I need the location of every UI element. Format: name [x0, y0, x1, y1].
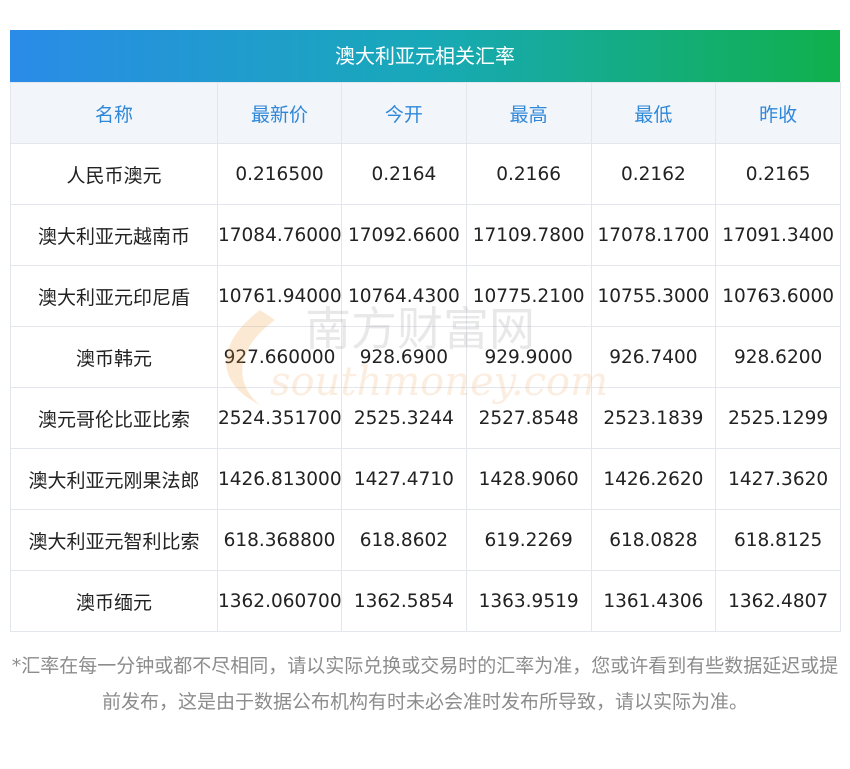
disclaimer-note: *汇率在每一分钟或都不尽相同，请以实际兑换或交易时的汇率为准，您或许看到有些数据… — [11, 655, 839, 713]
cell-prev-close: 10763.6000 — [715, 265, 841, 327]
header-latest: 最新价 — [217, 82, 342, 144]
cell-latest: 927.660000 — [217, 326, 342, 388]
cell-name: 澳大利亚元智利比索 — [10, 509, 218, 571]
cell-open: 10764.4300 — [341, 265, 467, 327]
cell-high: 17109.7800 — [465, 204, 592, 266]
cell-open: 1427.4710 — [341, 448, 467, 510]
cell-latest: 10761.940000 — [217, 265, 342, 327]
cell-high: 1363.9519 — [465, 570, 592, 632]
header-high: 最高 — [465, 82, 592, 144]
header-name: 名称 — [10, 82, 218, 144]
cell-name: 澳大利亚元刚果法郎 — [10, 448, 218, 510]
cell-name: 人民币澳元 — [10, 143, 218, 205]
table-row: 人民币澳元 0.216500 0.2164 0.2166 0.2162 0.2165 — [10, 143, 841, 205]
cell-low: 1426.2620 — [590, 448, 717, 510]
cell-open: 618.8602 — [341, 509, 467, 571]
cell-high: 1428.9060 — [465, 448, 592, 510]
cell-latest: 618.368800 — [217, 509, 342, 571]
cell-prev-close: 0.2165 — [715, 143, 841, 205]
cell-high: 10775.2100 — [465, 265, 592, 327]
header-open: 今开 — [341, 82, 467, 144]
cell-low: 17078.1700 — [590, 204, 717, 266]
table-row: 澳元哥伦比亚比索 2524.351700 2525.3244 2527.8548 252… — [10, 387, 841, 449]
table-row: 澳大利亚元刚果法郎 1426.813000 1427.4710 1428.9060 14… — [10, 448, 841, 510]
cell-open: 2525.3244 — [341, 387, 467, 449]
cell-latest: 0.216500 — [217, 143, 342, 205]
cell-low: 0.2162 — [590, 143, 717, 205]
rates-panel: 澳大利亚元相关汇率 名称 最新价 今开 最高 最低 昨收 人民币澳元 0.2165… — [10, 30, 841, 632]
cell-prev-close: 17091.3400 — [715, 204, 841, 266]
cell-latest: 1362.060700 — [217, 570, 342, 632]
cell-prev-close: 928.6200 — [715, 326, 841, 388]
cell-low: 1361.4306 — [590, 570, 717, 632]
rates-table: 名称 最新价 今开 最高 最低 昨收 人民币澳元 0.216500 0.2164 0.… — [10, 82, 841, 632]
cell-name: 澳大利亚元越南币 — [10, 204, 218, 266]
cell-high: 0.2166 — [465, 143, 592, 205]
cell-low: 10755.3000 — [590, 265, 717, 327]
header-row: 名称 最新价 今开 最高 最低 昨收 — [10, 82, 841, 144]
cell-low: 926.7400 — [590, 326, 717, 388]
cell-name: 澳元哥伦比亚比索 — [10, 387, 218, 449]
cell-latest: 1426.813000 — [217, 448, 342, 510]
cell-name: 澳币韩元 — [10, 326, 218, 388]
cell-low: 2523.1839 — [590, 387, 717, 449]
cell-open: 1362.5854 — [341, 570, 467, 632]
cell-latest: 2524.351700 — [217, 387, 342, 449]
cell-high: 619.2269 — [465, 509, 592, 571]
cell-latest: 17084.760000 — [217, 204, 342, 266]
cell-name: 澳币缅元 — [10, 570, 218, 632]
header-prev-close: 昨收 — [715, 82, 841, 144]
cell-prev-close: 1427.3620 — [715, 448, 841, 510]
cell-name: 澳大利亚元印尼盾 — [10, 265, 218, 327]
table-row: 澳币韩元 927.660000 928.6900 929.9000 926.7400 92… — [10, 326, 841, 388]
cell-prev-close: 2525.1299 — [715, 387, 841, 449]
cell-prev-close: 618.8125 — [715, 509, 841, 571]
cell-open: 17092.6600 — [341, 204, 467, 266]
table-row: 澳大利亚元越南币 17084.760000 17092.6600 17109.7800… — [10, 204, 841, 266]
header-low: 最低 — [590, 82, 717, 144]
table-title: 澳大利亚元相关汇率 — [10, 30, 840, 82]
table-row: 澳大利亚元印尼盾 10761.940000 10764.4300 10775.2100… — [10, 265, 841, 327]
cell-open: 928.6900 — [341, 326, 467, 388]
table-row: 澳大利亚元智利比索 618.368800 618.8602 619.2269 618.0… — [10, 509, 841, 571]
cell-high: 2527.8548 — [465, 387, 592, 449]
cell-prev-close: 1362.4807 — [715, 570, 841, 632]
table-row: 澳币缅元 1362.060700 1362.5854 1363.9519 1361.43… — [10, 570, 841, 632]
cell-low: 618.0828 — [590, 509, 717, 571]
cell-high: 929.9000 — [465, 326, 592, 388]
cell-open: 0.2164 — [341, 143, 467, 205]
